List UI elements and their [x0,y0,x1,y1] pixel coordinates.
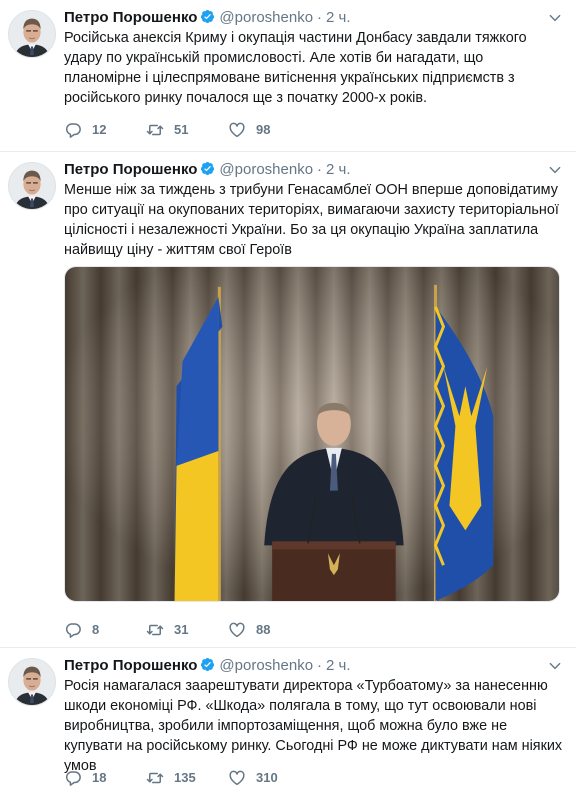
retweet-count: 51 [174,122,189,137]
like-count: 88 [256,622,271,637]
verified-badge-icon [200,657,215,672]
author-name[interactable]: Петро Порошенко [64,9,197,26]
like-button[interactable]: 98 [228,120,270,140]
separator-dot: · [317,161,323,178]
reply-button[interactable]: 8 [64,620,99,640]
tweet-3[interactable]: Петро Порошенко @poroshenko · 2 ч. Росія на… [0,648,576,796]
tweet-timestamp[interactable]: 2 ч. [326,9,351,26]
tweet-text: Російська анексія Криму і окупація части… [64,30,527,106]
tweet-text: Росія намагалася заарештувати директора … [64,678,563,774]
tweet-timestamp[interactable]: 2 ч. [326,657,351,674]
author-name[interactable]: Петро Порошенко [64,657,197,674]
author-handle[interactable]: @poroshenko [219,657,313,674]
like-button[interactable]: 88 [228,620,270,640]
retweet-icon [146,121,164,139]
retweet-button[interactable]: 51 [146,120,188,140]
author-handle[interactable]: @poroshenko [219,161,313,178]
tweet-timestamp[interactable]: 2 ч. [326,161,351,178]
reply-button[interactable]: 18 [64,768,106,788]
caret-down-icon[interactable] [548,163,562,177]
tweet-header: Петро Порошенко @poroshenko · 2 ч. [64,8,536,28]
tweet-photo[interactable] [64,266,560,602]
reply-icon [64,769,82,787]
reply-count: 12 [92,122,107,137]
reply-icon [64,121,82,139]
author-handle[interactable]: @poroshenko [219,9,313,26]
tweet-1[interactable]: Петро Порошенко @poroshenko · 2 ч. Російськ… [0,0,576,152]
retweet-button[interactable]: 135 [146,768,196,788]
like-count: 98 [256,122,271,137]
reply-icon [64,621,82,639]
like-icon [228,121,246,139]
separator-dot: · [317,657,323,674]
reply-button[interactable]: 12 [64,120,106,140]
retweet-count: 135 [174,770,196,785]
like-icon [228,621,246,639]
author-name[interactable]: Петро Порошенко [64,161,197,178]
separator-dot: · [317,9,323,26]
tweet-text: Менше ніж за тиждень з трибуни Генасамбл… [64,182,559,258]
tweet-2[interactable]: Петро Порошенко @poroshenko · 2 ч. Менше ні… [0,152,576,648]
like-icon [228,769,246,787]
avatar[interactable] [8,162,56,210]
tweet-header: Петро Порошенко @poroshenko · 2 ч. [64,656,536,676]
verified-badge-icon [200,9,215,24]
retweet-icon [146,769,164,787]
avatar[interactable] [8,658,56,706]
like-button[interactable]: 310 [228,768,278,788]
like-count: 310 [256,770,278,785]
caret-down-icon[interactable] [548,11,562,25]
caret-down-icon[interactable] [548,659,562,673]
retweet-count: 31 [174,622,189,637]
reply-count: 8 [92,622,100,637]
reply-count: 18 [92,770,107,785]
tweet-header: Петро Порошенко @poroshenko · 2 ч. [64,160,536,180]
retweet-icon [146,621,164,639]
avatar[interactable] [8,10,56,58]
verified-badge-icon [200,161,215,176]
retweet-button[interactable]: 31 [146,620,188,640]
